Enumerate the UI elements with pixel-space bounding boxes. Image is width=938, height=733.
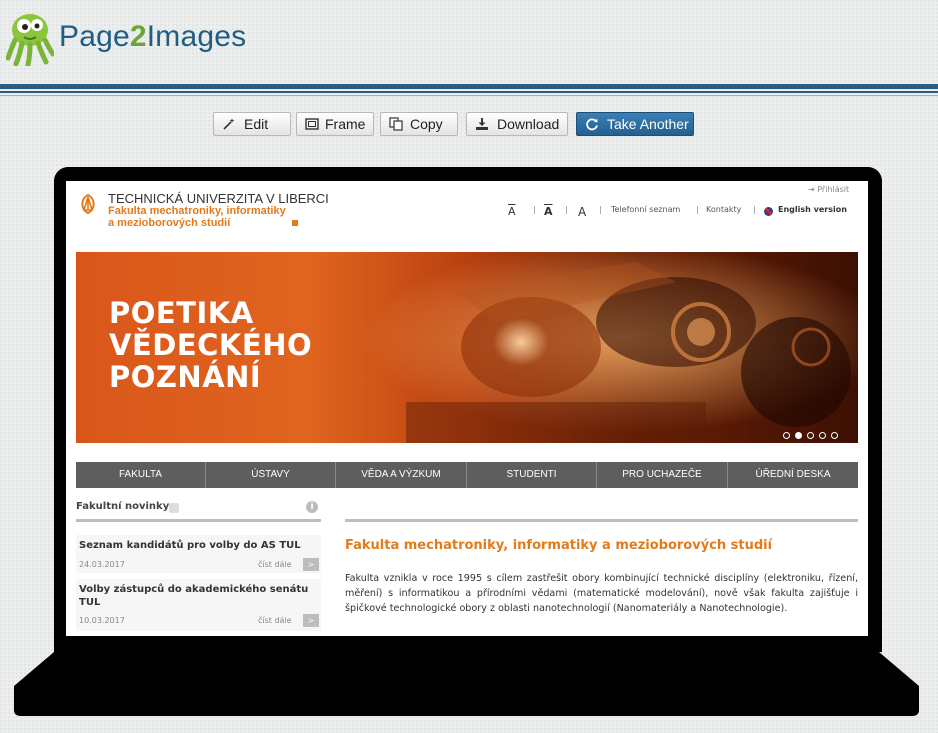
download-icon [476,118,488,130]
download-button[interactable]: Download [466,112,568,136]
read-more-arrow-icon[interactable]: > [303,614,319,627]
carousel-dot-active[interactable] [795,432,802,439]
carousel-dot[interactable] [831,432,838,439]
faculty-name-line1[interactable]: Fakulta mechatroniky, informatiky [108,205,286,217]
news-heading: Fakultní novinky [76,501,170,512]
nav-item-ustavy[interactable]: ÚSTAVY [206,462,336,488]
nav-item-fakulta[interactable]: FAKULTA [76,462,206,488]
octopus-logo-icon[interactable] [6,10,54,66]
news-item[interactable]: Seznam kandidátů pro volby do AS TUL 24.… [76,535,321,573]
login-icon: ⇥ [808,185,818,194]
header-divider-thin [0,91,938,93]
nav-item-pro-uchazece[interactable]: PRO UCHAZEČE [597,462,728,488]
magic-wand-icon [223,118,235,130]
contacts-link[interactable]: Kontakty [706,205,741,214]
header-divider [0,84,938,89]
frame-icon [305,118,319,130]
carousel-dot[interactable] [783,432,790,439]
english-version-link[interactable]: English version [778,205,847,214]
font-size-small-button[interactable]: A [508,205,516,218]
phone-directory-link[interactable]: Telefonní seznam [611,205,680,214]
news-date: 24.03.2017 [79,560,125,569]
carousel-dot[interactable] [807,432,814,439]
take-another-button[interactable]: Take Another [576,112,694,136]
read-more-link[interactable]: číst dále [258,560,292,569]
refresh-icon [586,118,598,131]
faculty-name-line2[interactable]: a mezioborových studií [108,217,230,229]
frame-button[interactable]: Frame [296,112,374,136]
faculty-accent-square [292,220,298,226]
login-link[interactable]: ⇥ Přihlásit [808,185,849,194]
app-header: Page2Images [0,0,938,82]
read-more-arrow-icon[interactable]: > [303,558,319,571]
news-divider [76,519,321,522]
brand-name[interactable]: Page2Images [59,20,246,54]
content-heading: Fakulta mechatroniky, informatiky a mezi… [345,538,773,553]
header-divider-light [0,95,938,96]
content-paragraph: Fakulta vznikla v roce 1995 s cílem zast… [345,573,858,614]
edit-button[interactable]: Edit [213,112,291,136]
news-date: 10.03.2017 [79,616,125,625]
copy-button[interactable]: Copy [380,112,458,136]
font-size-reset-button[interactable]: A [544,205,553,218]
info-icon[interactable]: i [306,501,318,513]
news-title[interactable]: Seznam kandidátů pro volby do AS TUL [79,539,309,552]
rss-icon[interactable] [169,503,179,513]
uk-flag-icon [764,207,773,216]
news-title[interactable]: Volby zástupců do akademického senátu TU… [79,583,309,609]
nav-item-veda-a-vyzkum[interactable]: VĚDA A VÝZKUM [336,462,467,488]
font-size-large-button[interactable]: A [578,205,586,219]
main-navigation: FAKULTA ÚSTAVY VĚDA A VÝZKUM STUDENTI PR… [76,462,858,488]
copy-icon [389,117,403,131]
read-more-link[interactable]: číst dále [258,616,292,625]
university-logo-icon [81,193,95,215]
captured-webpage: TECHNICKÁ UNIVERZITA V LIBERCI Fakulta m… [66,181,868,636]
university-name[interactable]: TECHNICKÁ UNIVERZITA V LIBERCI [108,191,329,206]
news-item[interactable]: Volby zástupců do akademického senátu TU… [76,579,321,631]
hero-banner[interactable]: POETIKA VĚDECKÉHO POZNÁNÍ [76,252,858,443]
nav-item-uredni-deska[interactable]: ÚŘEDNÍ DESKA [728,462,858,488]
carousel-dot[interactable] [819,432,826,439]
nav-item-studenti[interactable]: STUDENTI [467,462,597,488]
content-divider [345,519,858,522]
laptop-base [14,652,919,716]
banner-headline: POETIKA VĚDECKÉHO POZNÁNÍ [109,296,313,394]
